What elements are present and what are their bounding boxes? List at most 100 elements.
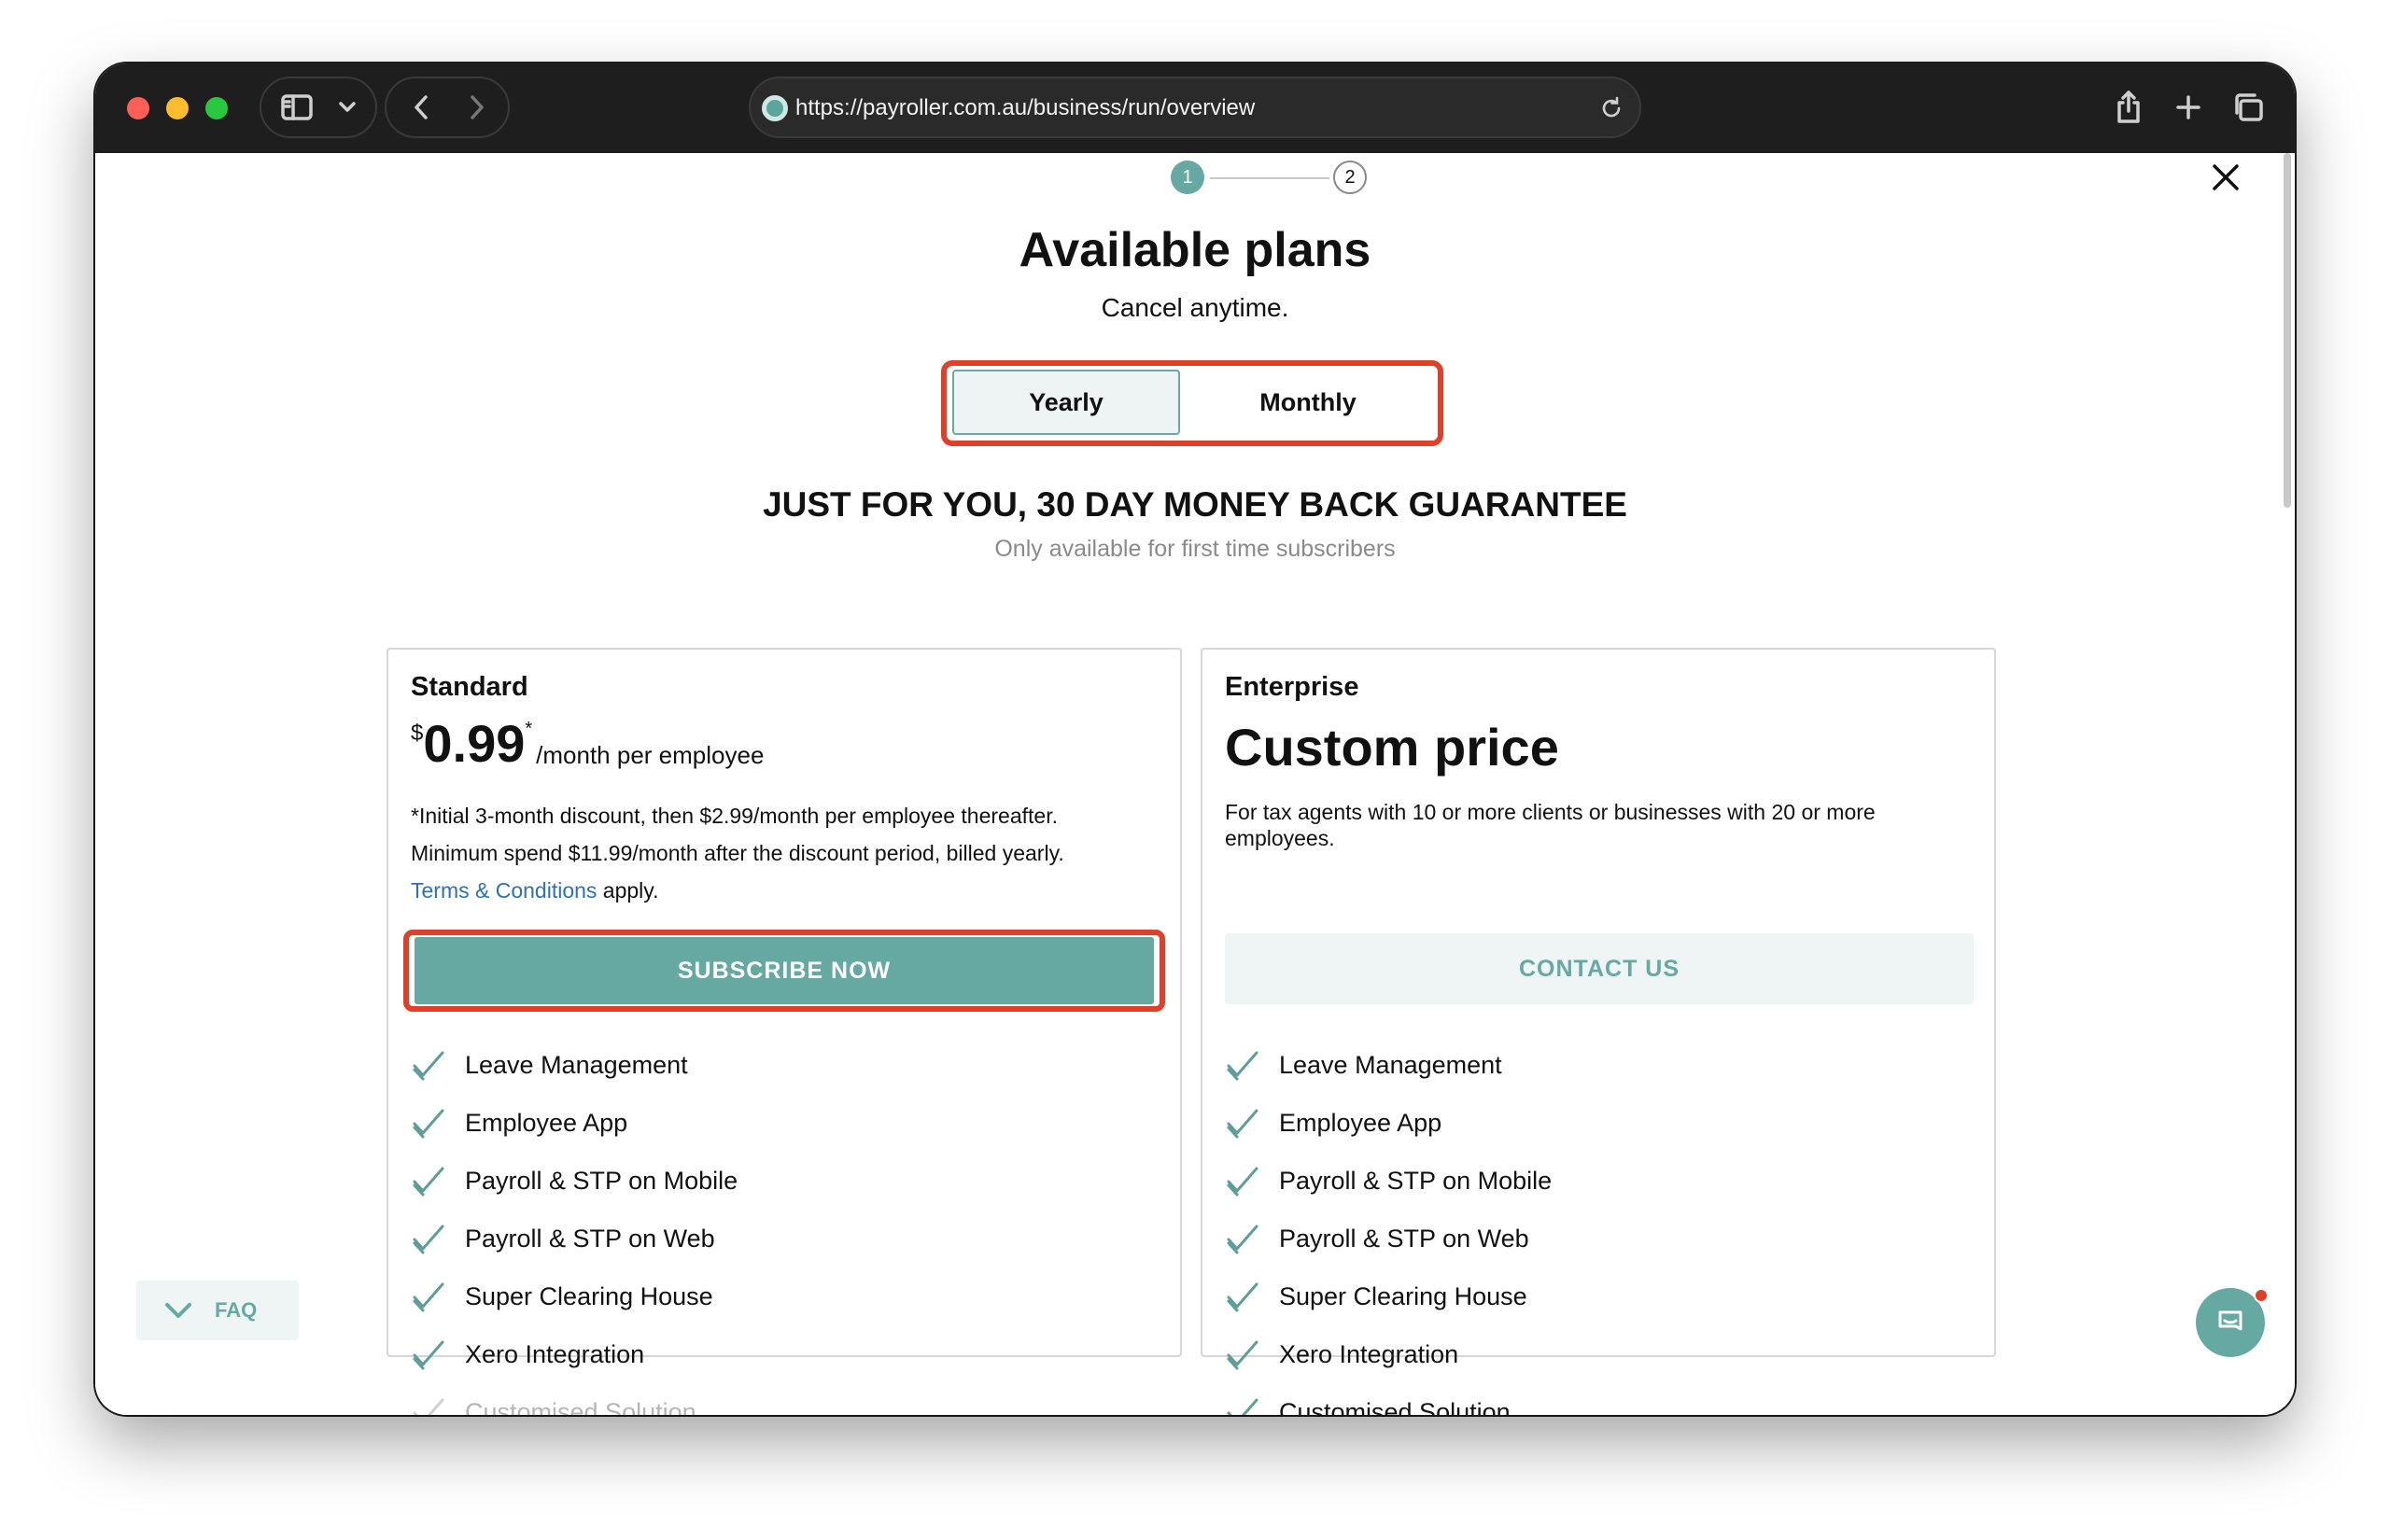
terms-suffix: apply. (597, 878, 659, 903)
checkmark-icon (1225, 1105, 1260, 1141)
feature-item: Employee App (1225, 1094, 1972, 1152)
checkmark-icon (411, 1163, 446, 1198)
fine-print-line: Minimum spend $11.99/month after the dis… (411, 841, 1064, 865)
zoom-window-button[interactable] (205, 97, 228, 119)
feature-label: Super Clearing House (465, 1281, 713, 1310)
price-currency: $ (411, 721, 424, 746)
scrollbar[interactable] (2284, 153, 2291, 508)
feature-item: Xero Integration (411, 1325, 1158, 1383)
feature-item: Payroll & STP on Mobile (411, 1152, 1158, 1210)
plan-description: For tax agents with 10 or more clients o… (1225, 800, 1876, 850)
progress-stepper: 1 2 (95, 161, 2295, 198)
feature-item: Customised Solution (411, 1383, 1158, 1415)
feature-label: Xero Integration (465, 1339, 645, 1368)
feature-item: Xero Integration (1225, 1325, 1972, 1383)
fine-print-line: *Initial 3-month discount, then $2.99/mo… (411, 804, 1058, 828)
feature-label: Leave Management (1279, 1050, 1502, 1079)
plan-fine-print: *Initial 3-month discount, then $2.99/mo… (411, 797, 1158, 909)
plan-card-standard: Standard $ 0.99 * /month per employee *I… (387, 648, 1182, 1415)
step-2-indicator: 2 (1333, 161, 1367, 194)
checkmark-icon (1225, 1394, 1260, 1415)
checkmark-icon (1225, 1047, 1260, 1083)
sidebar-control-group (260, 77, 377, 138)
feature-item: Employee App (411, 1094, 1158, 1152)
checkmark-icon (1225, 1163, 1260, 1198)
faq-label: FAQ (215, 1298, 258, 1322)
plan-card-enterprise: Enterprise Custom price For tax agents w… (1201, 648, 1996, 1415)
chevron-left-icon (415, 95, 428, 119)
step-connector (1210, 177, 1329, 179)
guarantee-headline: JUST FOR YOU, 30 DAY MONEY BACK GUARANTE… (763, 485, 1627, 524)
browser-toolbar: https://payroller.com.au/business/run/ov… (95, 63, 2295, 153)
feature-item: Super Clearing House (1225, 1267, 1972, 1325)
contact-us-button[interactable]: CONTACT US (1225, 933, 1974, 1004)
plan-name: Enterprise (1225, 672, 1359, 702)
checkmark-icon (1225, 1221, 1260, 1256)
reload-icon (1602, 96, 1621, 118)
address-bar[interactable]: https://payroller.com.au/business/run/ov… (749, 77, 1641, 138)
checkmark-icon (411, 1221, 446, 1256)
terms-link[interactable]: Terms & Conditions (411, 878, 597, 903)
tab-overview-button[interactable] (2220, 78, 2276, 136)
feature-item: Leave Management (1225, 1036, 1972, 1094)
forward-button[interactable] (452, 78, 502, 136)
sidebar-toggle-button[interactable] (274, 78, 319, 136)
feature-item: Payroll & STP on Mobile (1225, 1152, 1972, 1210)
browser-window: https://payroller.com.au/business/run/ov… (95, 63, 2295, 1415)
guarantee-note: Only available for first time subscriber… (994, 536, 1396, 562)
page-title: Available plans (1019, 223, 1371, 277)
checkmark-icon (1225, 1279, 1260, 1314)
feature-item: Leave Management (411, 1036, 1158, 1094)
sidebar-icon (281, 94, 313, 120)
page-content: 1 2 Available plans Cancel anytime. Year… (95, 153, 2295, 1415)
checkmark-icon (1225, 1337, 1260, 1372)
plan-price: $ 0.99 * /month per employee (411, 715, 764, 773)
share-button[interactable] (2101, 78, 2157, 136)
reload-button[interactable] (1598, 95, 1624, 125)
feature-label: Payroll & STP on Mobile (1279, 1166, 1553, 1195)
yearly-option[interactable]: Yearly (952, 370, 1180, 435)
plan-price: Custom price (1225, 718, 1559, 777)
feature-list: Leave Management Employee App Payroll & ST… (411, 1036, 1158, 1415)
price-asterisk: * (525, 719, 533, 739)
feature-label: Payroll & STP on Web (1279, 1224, 1529, 1253)
step-1-indicator: 1 (1171, 161, 1204, 194)
feature-item: Customised Solution (1225, 1383, 1972, 1415)
tab-group-dropdown[interactable] (327, 78, 368, 136)
chevron-right-icon (471, 95, 484, 119)
chevron-down-icon (339, 102, 356, 112)
feature-label: Customised Solution (465, 1397, 696, 1416)
monthly-option[interactable]: Monthly (1186, 370, 1430, 435)
page-subtitle: Cancel anytime. (1101, 293, 1289, 322)
subscribe-now-button[interactable]: SUBSCRIBE NOW (415, 937, 1154, 1004)
site-favicon (762, 95, 788, 121)
feature-item: Payroll & STP on Web (1225, 1210, 1972, 1267)
new-tab-button[interactable] (2160, 78, 2216, 136)
price-unit: /month per employee (536, 741, 765, 769)
plus-icon (2176, 95, 2200, 119)
terms-line: Terms & Conditions apply. (411, 872, 1158, 909)
plan-name: Standard (411, 672, 528, 702)
minimize-window-button[interactable] (166, 97, 189, 119)
feature-list: Leave Management Employee App Payroll & ST… (1225, 1036, 1972, 1415)
share-icon (2117, 91, 2140, 123)
feature-label: Leave Management (465, 1050, 688, 1079)
checkmark-icon (411, 1394, 446, 1415)
navigation-group (385, 77, 510, 138)
url-text: https://payroller.com.au/business/run/ov… (795, 95, 1256, 120)
checkmark-icon (411, 1337, 446, 1372)
feature-label: Employee App (1279, 1108, 1442, 1137)
feature-label: Xero Integration (1279, 1339, 1459, 1368)
tabs-icon (2235, 93, 2263, 121)
feature-label: Employee App (465, 1108, 628, 1137)
checkmark-icon (411, 1105, 446, 1141)
close-window-button[interactable] (127, 97, 149, 119)
feature-item: Super Clearing House (411, 1267, 1158, 1325)
checkmark-icon (411, 1047, 446, 1083)
back-button[interactable] (396, 78, 446, 136)
faq-toggle[interactable]: FAQ (136, 1281, 299, 1340)
feature-label: Super Clearing House (1279, 1281, 1527, 1310)
feature-label: Payroll & STP on Web (465, 1224, 715, 1253)
price-amount: 0.99 (423, 714, 526, 773)
feature-label: Customised Solution (1279, 1397, 1511, 1416)
